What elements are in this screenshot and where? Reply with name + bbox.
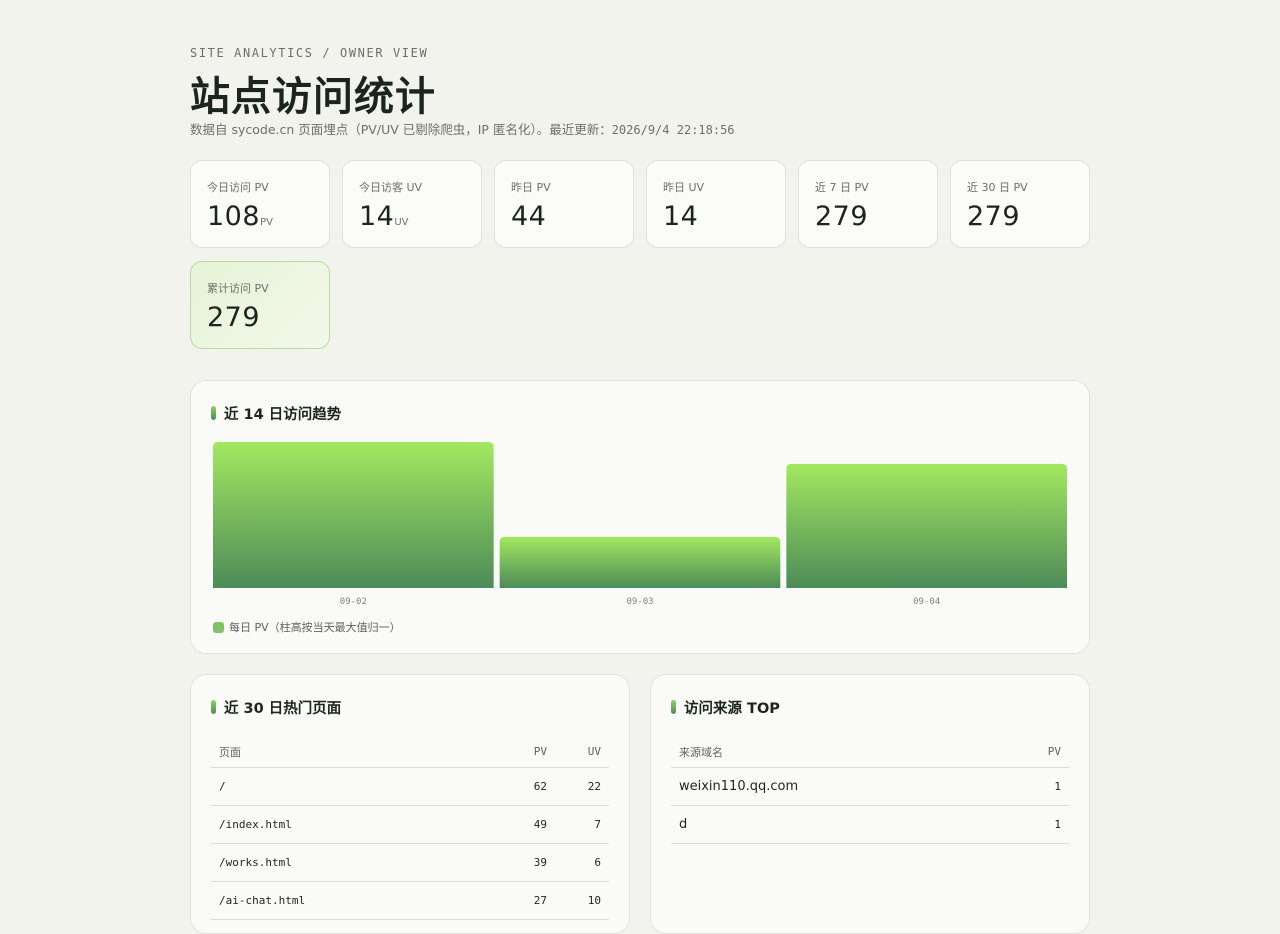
stat-number: 108 [207, 201, 261, 232]
subtitle-text: 数据自 sycode.cn 页面埋点（PV/UV 已剔除爬虫，IP 匿名化）。最… [190, 122, 612, 137]
page-pv: 49 [485, 805, 555, 844]
table-header-row: 页面 PV UV [211, 737, 609, 768]
table-row: /ai-chat.html 27 10 [211, 881, 609, 920]
stat-card-yesterday-pv: 昨日 PV 44 [494, 160, 634, 248]
stat-unit: UV [394, 217, 409, 228]
page-pv: 27 [485, 881, 555, 920]
referrers-title: 访问来源 TOP [671, 697, 780, 718]
stat-label: 今日访问 PV [207, 181, 269, 194]
page-pv: 39 [485, 843, 555, 882]
page-uv: 6 [555, 843, 609, 882]
page-uv: 7 [555, 805, 609, 844]
table-row: / 62 22 [211, 767, 609, 806]
top-pages-title: 近 30 日热门页面 [211, 697, 341, 718]
x-tick-labels: 09-02 09-03 09-04 [340, 597, 940, 607]
stat-card-today-uv: 今日访客 UV 14UV [342, 160, 482, 248]
page-uv: 10 [555, 881, 609, 920]
top-pages-table: 页面 PV UV / 62 22 /index.html 49 7 /works… [211, 737, 609, 920]
stat-label: 昨日 UV [663, 181, 705, 194]
column-header-pv: PV [999, 737, 1069, 768]
table-row: weixin110.qq.com 1 [671, 767, 1069, 806]
referrer-domain: weixin110.qq.com [671, 767, 999, 806]
column-header-pv: PV [485, 737, 555, 768]
legend-swatch [213, 621, 224, 633]
page-pv: 62 [485, 767, 555, 806]
stat-number: 14 [359, 201, 395, 232]
page-eyebrow: SITE ANALYTICS / OWNER VIEW [190, 46, 429, 60]
stat-value: 279 [207, 302, 261, 333]
stat-value: 44 [511, 201, 547, 232]
stat-label: 近 30 日 PV [967, 181, 1028, 194]
bar-09-02 [213, 442, 494, 588]
trend-legend: 每日 PV（柱高按当天最大值归一） [213, 619, 401, 635]
table-row: d 1 [671, 805, 1069, 844]
referrers-card: 访问来源 TOP 来源域名 PV weixin110.qq.com 1 d 1 [650, 674, 1090, 934]
column-header-domain: 来源域名 [671, 737, 999, 768]
page-path: /index.html [211, 805, 485, 844]
top-pages-card: 近 30 日热门页面 页面 PV UV / 62 22 /index.html … [190, 674, 630, 934]
stat-label: 昨日 PV [511, 181, 551, 194]
table-row: /works.html 39 6 [211, 843, 609, 882]
x-tick-label: 09-03 [626, 597, 653, 607]
stat-value: 279 [815, 201, 869, 232]
page-path: / [211, 767, 485, 806]
stat-value: 108PV [207, 201, 313, 232]
table-row: /index.html 49 7 [211, 805, 609, 844]
column-header-page: 页面 [211, 737, 485, 768]
stat-value: 279 [967, 201, 1021, 232]
referrers-table: 来源域名 PV weixin110.qq.com 1 d 1 [671, 737, 1069, 844]
stat-card-yesterday-uv: 昨日 UV 14 [646, 160, 786, 248]
page-path: /ai-chat.html [211, 881, 485, 920]
bar-09-03 [499, 536, 781, 588]
updated-timestamp: 2026/9/4 22:18:56 [611, 123, 735, 137]
page-uv: 22 [555, 767, 609, 806]
stat-card-today-pv: 今日访问 PV 108PV [190, 160, 330, 248]
column-header-uv: UV [555, 737, 609, 768]
stat-card-7day-pv: 近 7 日 PV 279 [798, 160, 938, 248]
stat-label: 今日访客 UV [359, 181, 423, 194]
stat-card-30day-pv: 近 30 日 PV 279 [950, 160, 1090, 248]
x-tick-label: 09-02 [340, 597, 367, 607]
table-header-row: 来源域名 PV [671, 737, 1069, 768]
stat-value: 14UV [359, 201, 465, 232]
x-tick-label: 09-04 [913, 597, 940, 607]
stat-value: 14 [663, 201, 699, 232]
referrer-domain: d [671, 805, 999, 844]
stat-card-total-pv: 累计访问 PV 279 [190, 261, 330, 349]
stat-label: 累计访问 PV [207, 282, 269, 295]
legend-label: 每日 PV（柱高按当天最大值归一） [229, 621, 401, 634]
trend-chart: 09-02 09-03 09-04 [213, 442, 1067, 607]
bar-09-04 [786, 463, 1067, 588]
referrer-pv: 1 [999, 767, 1069, 806]
referrer-pv: 1 [999, 805, 1069, 844]
stat-unit: PV [260, 217, 273, 228]
page-subtitle: 数据自 sycode.cn 页面埋点（PV/UV 已剔除爬虫，IP 匿名化）。最… [190, 119, 735, 138]
stat-label: 近 7 日 PV [815, 181, 869, 194]
page-path: /works.html [211, 843, 485, 882]
page-title: 站点访问统计 [190, 74, 436, 120]
trend-card: 近 14 日访问趋势 09-02 09-03 09-04 每日 PV（柱高按当天最大… [190, 380, 1090, 654]
bars-layer [213, 442, 1067, 588]
